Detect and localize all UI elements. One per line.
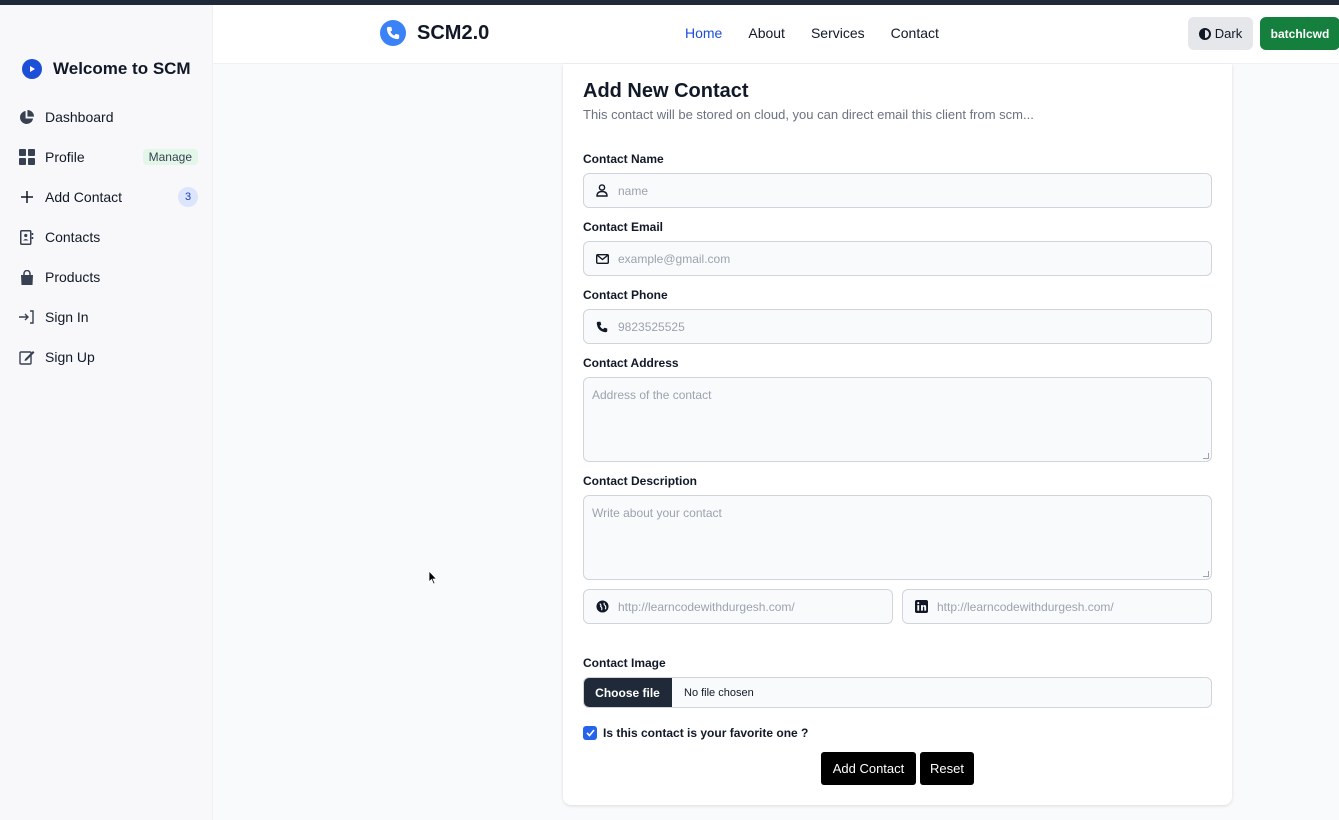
nav-link-services[interactable]: Services: [811, 25, 865, 41]
navbar-links: Home About Services Contact: [685, 25, 965, 41]
sign-in-icon: [18, 309, 35, 326]
linkedin-input[interactable]: [937, 599, 1197, 614]
website-field[interactable]: [583, 589, 893, 624]
nav-link-home[interactable]: Home: [685, 25, 722, 41]
sidebar-item-label: Sign In: [45, 309, 89, 325]
sidebar-item-label: Dashboard: [45, 109, 114, 125]
add-contact-button[interactable]: Add Contact: [821, 752, 916, 785]
file-status: No file chosen: [684, 686, 754, 699]
sidebar: Welcome to SCM Dashboard Profile Manage …: [0, 5, 213, 820]
globe-icon: [595, 600, 609, 614]
play-logo-icon: [22, 59, 42, 79]
resize-handle[interactable]: [1203, 571, 1209, 577]
sidebar-nav: Dashboard Profile Manage Add Contact 3 C…: [18, 97, 200, 377]
form-subtitle: This contact will be stored on cloud, yo…: [583, 107, 1034, 122]
favorite-label: Is this contact is your favorite one ?: [603, 726, 809, 740]
contact-description-label: Contact Description: [583, 474, 698, 488]
contact-description-textarea[interactable]: [583, 495, 1212, 580]
top-navbar: SCM2.0 Home About Services Contact Dark …: [213, 5, 1339, 64]
contact-name-field[interactable]: [583, 173, 1212, 208]
contact-image-file-input[interactable]: Choose file No file chosen: [583, 677, 1212, 708]
edit-icon: [18, 349, 35, 366]
contact-email-field[interactable]: [583, 241, 1212, 276]
sidebar-title: Welcome to SCM: [53, 59, 191, 78]
sidebar-item-label: Products: [45, 269, 101, 285]
nav-link-contact[interactable]: Contact: [891, 25, 939, 41]
theme-toggle-label: Dark: [1214, 26, 1243, 41]
contact-email-label: Contact Email: [583, 220, 664, 234]
shopping-bag-icon: [18, 269, 35, 286]
sidebar-brand: Welcome to SCM: [22, 59, 191, 79]
resize-handle[interactable]: [1203, 453, 1209, 459]
contact-address-label: Contact Address: [583, 356, 679, 370]
sidebar-item-label: Profile: [45, 149, 85, 165]
nav-link-about[interactable]: About: [748, 25, 785, 41]
theme-toggle-button[interactable]: Dark: [1188, 17, 1253, 50]
sidebar-item-contacts[interactable]: Contacts: [18, 217, 200, 257]
envelope-icon: [595, 252, 609, 266]
plus-icon: [18, 189, 35, 206]
sidebar-item-label: Sign Up: [45, 349, 95, 365]
sidebar-item-sign-in[interactable]: Sign In: [18, 297, 200, 337]
count-badge: 3: [178, 187, 198, 207]
contrast-icon: [1198, 27, 1211, 40]
brand-name: SCM2.0: [417, 21, 490, 44]
manage-badge: Manage: [142, 149, 198, 165]
user-button[interactable]: batchlcwd: [1260, 17, 1339, 50]
contact-phone-field[interactable]: [583, 309, 1212, 344]
sidebar-item-label: Add Contact: [45, 189, 123, 205]
sidebar-item-sign-up[interactable]: Sign Up: [18, 337, 200, 377]
sidebar-item-profile[interactable]: Profile Manage: [18, 137, 200, 177]
navbar-brand[interactable]: SCM2.0: [380, 20, 489, 46]
linkedin-icon: [914, 600, 928, 614]
sidebar-item-products[interactable]: Products: [18, 257, 200, 297]
pie-chart-icon: [18, 109, 35, 126]
sidebar-item-label: Contacts: [45, 229, 101, 245]
linkedin-field[interactable]: [902, 589, 1212, 624]
form-title: Add New Contact: [583, 80, 749, 102]
sidebar-item-add-contact[interactable]: Add Contact 3: [18, 177, 200, 217]
contact-name-label: Contact Name: [583, 152, 664, 166]
contact-address-textarea[interactable]: [583, 377, 1212, 462]
favorite-option[interactable]: Is this contact is your favorite one ?: [583, 726, 808, 740]
contact-phone-label: Contact Phone: [583, 288, 668, 302]
address-book-icon: [18, 229, 35, 246]
add-contact-card: Add New Contact This contact will be sto…: [563, 64, 1232, 805]
user-icon: [595, 184, 609, 198]
phone-logo-icon: [380, 20, 406, 46]
website-input[interactable]: [618, 599, 878, 614]
contact-name-input[interactable]: [618, 183, 1178, 198]
contact-phone-input[interactable]: [618, 319, 1178, 334]
favorite-checkbox[interactable]: [583, 726, 597, 740]
sidebar-item-dashboard[interactable]: Dashboard: [18, 97, 200, 137]
choose-file-button[interactable]: Choose file: [584, 678, 672, 707]
phone-icon: [595, 320, 609, 334]
reset-button[interactable]: Reset: [920, 752, 974, 785]
grid-icon: [18, 149, 35, 166]
contact-email-input[interactable]: [618, 251, 1178, 266]
contact-image-label: Contact Image: [583, 656, 666, 670]
mouse-cursor-icon: [428, 570, 438, 585]
